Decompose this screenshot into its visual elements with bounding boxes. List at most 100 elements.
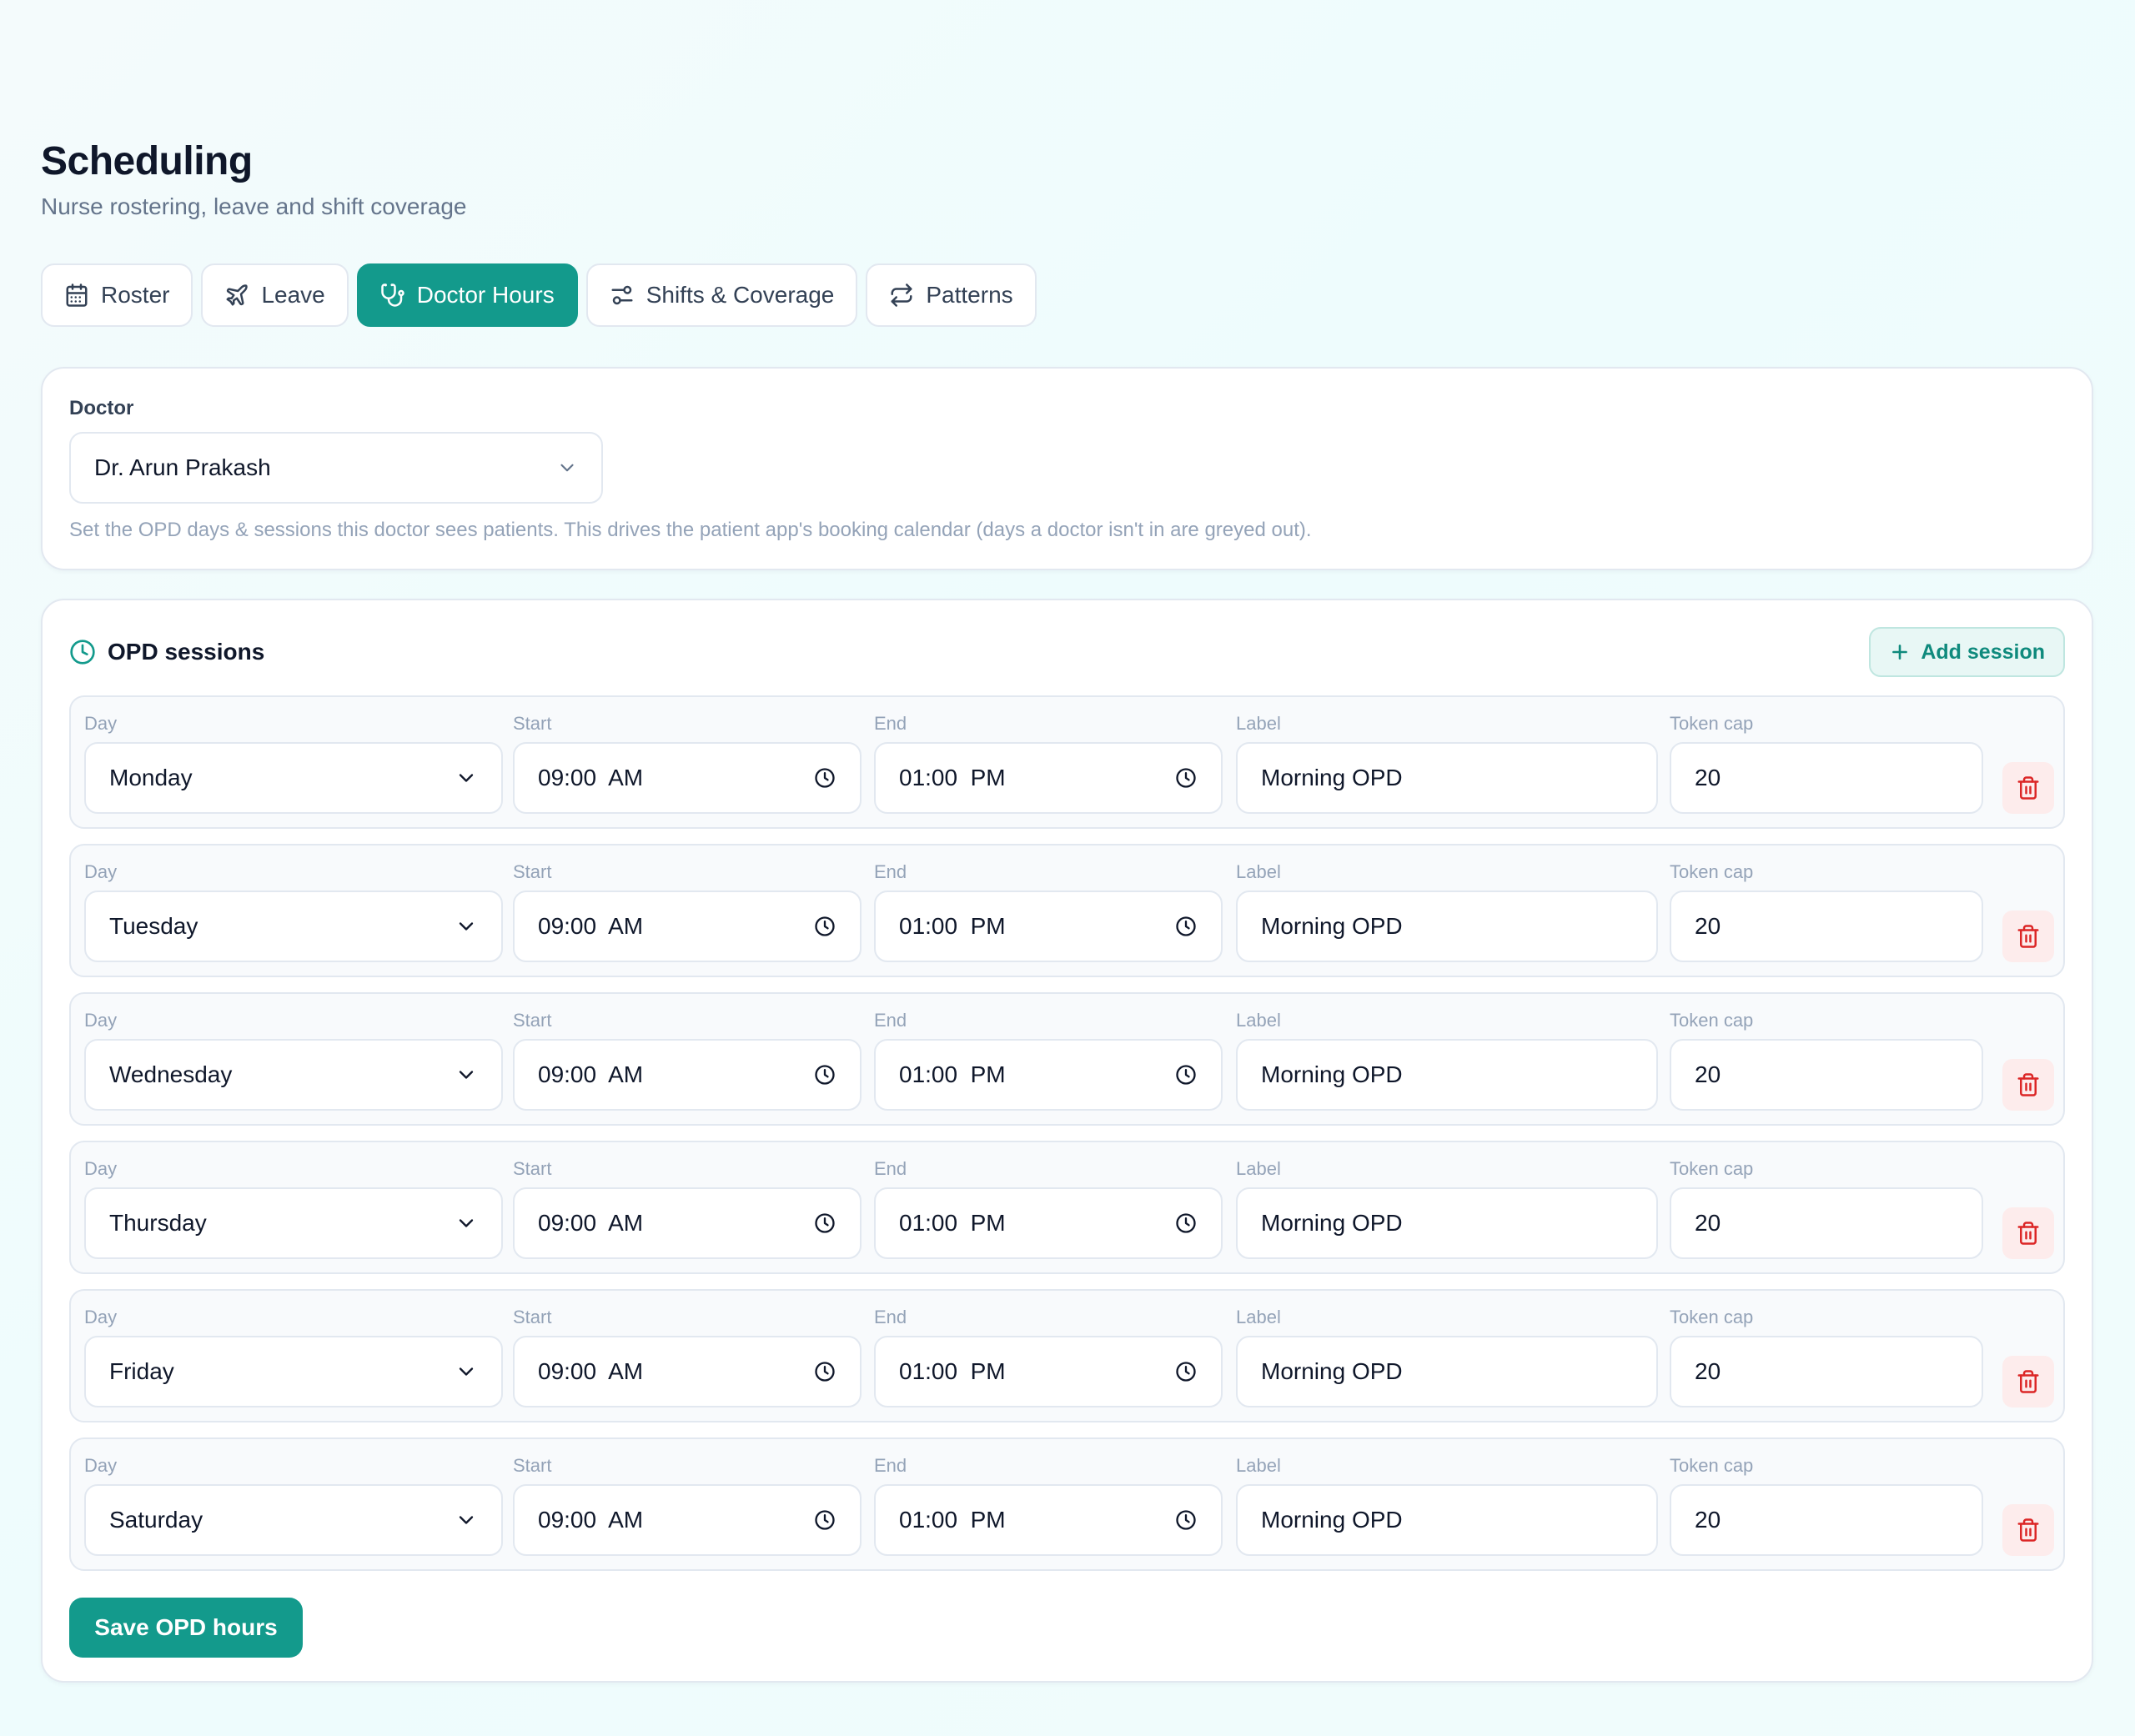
stethoscope-icon xyxy=(381,283,404,307)
day-select[interactable]: Friday xyxy=(84,1336,503,1407)
start-time-input[interactable]: 09:00 AM xyxy=(513,1039,862,1111)
clock-icon[interactable] xyxy=(813,1508,836,1532)
day-select[interactable]: Thursday xyxy=(84,1187,503,1259)
start-time-input[interactable]: 09:00 AM xyxy=(513,1484,862,1556)
session-label-column: Label Morning OPD xyxy=(1236,1009,1658,1111)
trash-icon xyxy=(2017,925,2039,948)
end-column: End 01:00 PM xyxy=(874,860,1223,962)
clock-icon[interactable] xyxy=(1174,766,1198,790)
end-time-input[interactable]: 01:00 PM xyxy=(874,1187,1223,1259)
session-label-column: Label Morning OPD xyxy=(1236,1454,1658,1556)
clock-icon[interactable] xyxy=(813,1360,836,1383)
session-label-label: Label xyxy=(1236,861,1281,882)
day-column: Day Wednesday xyxy=(84,1009,503,1111)
add-session-button[interactable]: Add session xyxy=(1869,627,2065,677)
tab-label: Roster xyxy=(101,282,170,308)
delete-session-button[interactable] xyxy=(2002,762,2054,814)
end-time-input[interactable]: 01:00 PM xyxy=(874,1336,1223,1407)
token-cap-label: Token cap xyxy=(1670,1010,1754,1031)
start-value: 09:00 AM xyxy=(538,1507,644,1533)
token-cap-value: 20 xyxy=(1695,913,1721,939)
delete-session-button[interactable] xyxy=(2002,1504,2054,1556)
session-label-input[interactable]: Morning OPD xyxy=(1236,1336,1658,1407)
tab-leave[interactable]: Leave xyxy=(201,263,349,327)
session-label-input[interactable]: Morning OPD xyxy=(1236,742,1658,814)
tab-roster[interactable]: Roster xyxy=(41,263,193,327)
end-time-input[interactable]: 01:00 PM xyxy=(874,742,1223,814)
session-label-value: Morning OPD xyxy=(1261,1061,1403,1087)
end-value: 01:00 PM xyxy=(899,1210,1006,1236)
token-cap-input[interactable]: 20 xyxy=(1670,1336,1983,1407)
session-label-input[interactable]: Morning OPD xyxy=(1236,1039,1658,1111)
day-select[interactable]: Wednesday xyxy=(84,1039,503,1111)
start-time-input[interactable]: 09:00 AM xyxy=(513,1336,862,1407)
session-label-input[interactable]: Morning OPD xyxy=(1236,1484,1658,1556)
start-label: Start xyxy=(513,861,552,882)
session-label-input[interactable]: Morning OPD xyxy=(1236,1187,1658,1259)
end-value: 01:00 PM xyxy=(899,765,1006,790)
day-select[interactable]: Saturday xyxy=(84,1484,503,1556)
day-select[interactable]: Tuesday xyxy=(84,891,503,962)
clock-icon[interactable] xyxy=(1174,915,1198,938)
session-row: Day Friday Start 09:00 AM End 01:00 PM L… xyxy=(69,1289,2065,1422)
trash-icon xyxy=(2017,1370,2039,1393)
clock-icon[interactable] xyxy=(813,1212,836,1235)
clock-icon[interactable] xyxy=(1174,1063,1198,1086)
start-value: 09:00 AM xyxy=(538,1358,644,1384)
end-time-input[interactable]: 01:00 PM xyxy=(874,1484,1223,1556)
trash-icon xyxy=(2017,776,2039,800)
delete-session-button[interactable] xyxy=(2002,1207,2054,1259)
end-time-input[interactable]: 01:00 PM xyxy=(874,891,1223,962)
end-label: End xyxy=(874,713,907,734)
session-row: Day Saturday Start 09:00 AM End 01:00 PM… xyxy=(69,1437,2065,1571)
start-time-input[interactable]: 09:00 AM xyxy=(513,891,862,962)
tab-bar: Roster Leave Doctor Hours Shifts & Cover… xyxy=(41,263,2093,327)
tab-doctor-hours[interactable]: Doctor Hours xyxy=(356,263,578,327)
session-label-label: Label xyxy=(1236,1010,1281,1031)
token-cap-label: Token cap xyxy=(1670,1158,1754,1179)
token-cap-input[interactable]: 20 xyxy=(1670,1484,1983,1556)
doctor-select[interactable]: Dr. Arun Prakash xyxy=(69,432,603,504)
doctor-hint: Set the OPD days & sessions this doctor … xyxy=(69,519,1312,541)
delete-session-button[interactable] xyxy=(2002,1356,2054,1407)
end-column: End 01:00 PM xyxy=(874,1306,1223,1407)
delete-session-button[interactable] xyxy=(2002,1059,2054,1111)
day-value: Tuesday xyxy=(109,913,198,939)
tab-shifts-coverage[interactable]: Shifts & Coverage xyxy=(585,263,858,327)
token-cap-value: 20 xyxy=(1695,765,1721,790)
session-label-value: Morning OPD xyxy=(1261,1507,1403,1533)
delete-session-button[interactable] xyxy=(2002,911,2054,962)
clock-icon[interactable] xyxy=(813,766,836,790)
start-time-input[interactable]: 09:00 AM xyxy=(513,1187,862,1259)
session-row: Day Thursday Start 09:00 AM End 01:00 PM… xyxy=(69,1141,2065,1274)
session-label-value: Morning OPD xyxy=(1261,913,1403,939)
token-cap-input[interactable]: 20 xyxy=(1670,1039,1983,1111)
session-label-input[interactable]: Morning OPD xyxy=(1236,891,1658,962)
start-time-input[interactable]: 09:00 AM xyxy=(513,742,862,814)
end-time-input[interactable]: 01:00 PM xyxy=(874,1039,1223,1111)
day-select[interactable]: Monday xyxy=(84,742,503,814)
token-cap-input[interactable]: 20 xyxy=(1670,891,1983,962)
save-opd-hours-button[interactable]: Save OPD hours xyxy=(69,1598,303,1658)
clock-icon[interactable] xyxy=(1174,1360,1198,1383)
session-label-label: Label xyxy=(1236,1158,1281,1179)
calendar-icon xyxy=(66,283,88,307)
session-label-label: Label xyxy=(1236,713,1281,734)
session-label-value: Morning OPD xyxy=(1261,1210,1403,1236)
token-cap-input[interactable]: 20 xyxy=(1670,742,1983,814)
plus-icon xyxy=(1892,645,1908,660)
doctor-label: Doctor xyxy=(69,397,134,419)
clock-icon[interactable] xyxy=(813,915,836,938)
day-label: Day xyxy=(84,1158,118,1179)
clock-icon[interactable] xyxy=(813,1063,836,1086)
tab-patterns[interactable]: Patterns xyxy=(866,263,1037,327)
token-cap-input[interactable]: 20 xyxy=(1670,1187,1983,1259)
clock-icon[interactable] xyxy=(1174,1212,1198,1235)
session-label-column: Label Morning OPD xyxy=(1236,860,1658,962)
chevron-down-icon xyxy=(459,922,474,931)
clock-icon[interactable] xyxy=(1174,1508,1198,1532)
end-column: End 01:00 PM xyxy=(874,1009,1223,1111)
end-column: End 01:00 PM xyxy=(874,712,1223,814)
token-cap-value: 20 xyxy=(1695,1061,1721,1087)
start-value: 09:00 AM xyxy=(538,1061,644,1087)
